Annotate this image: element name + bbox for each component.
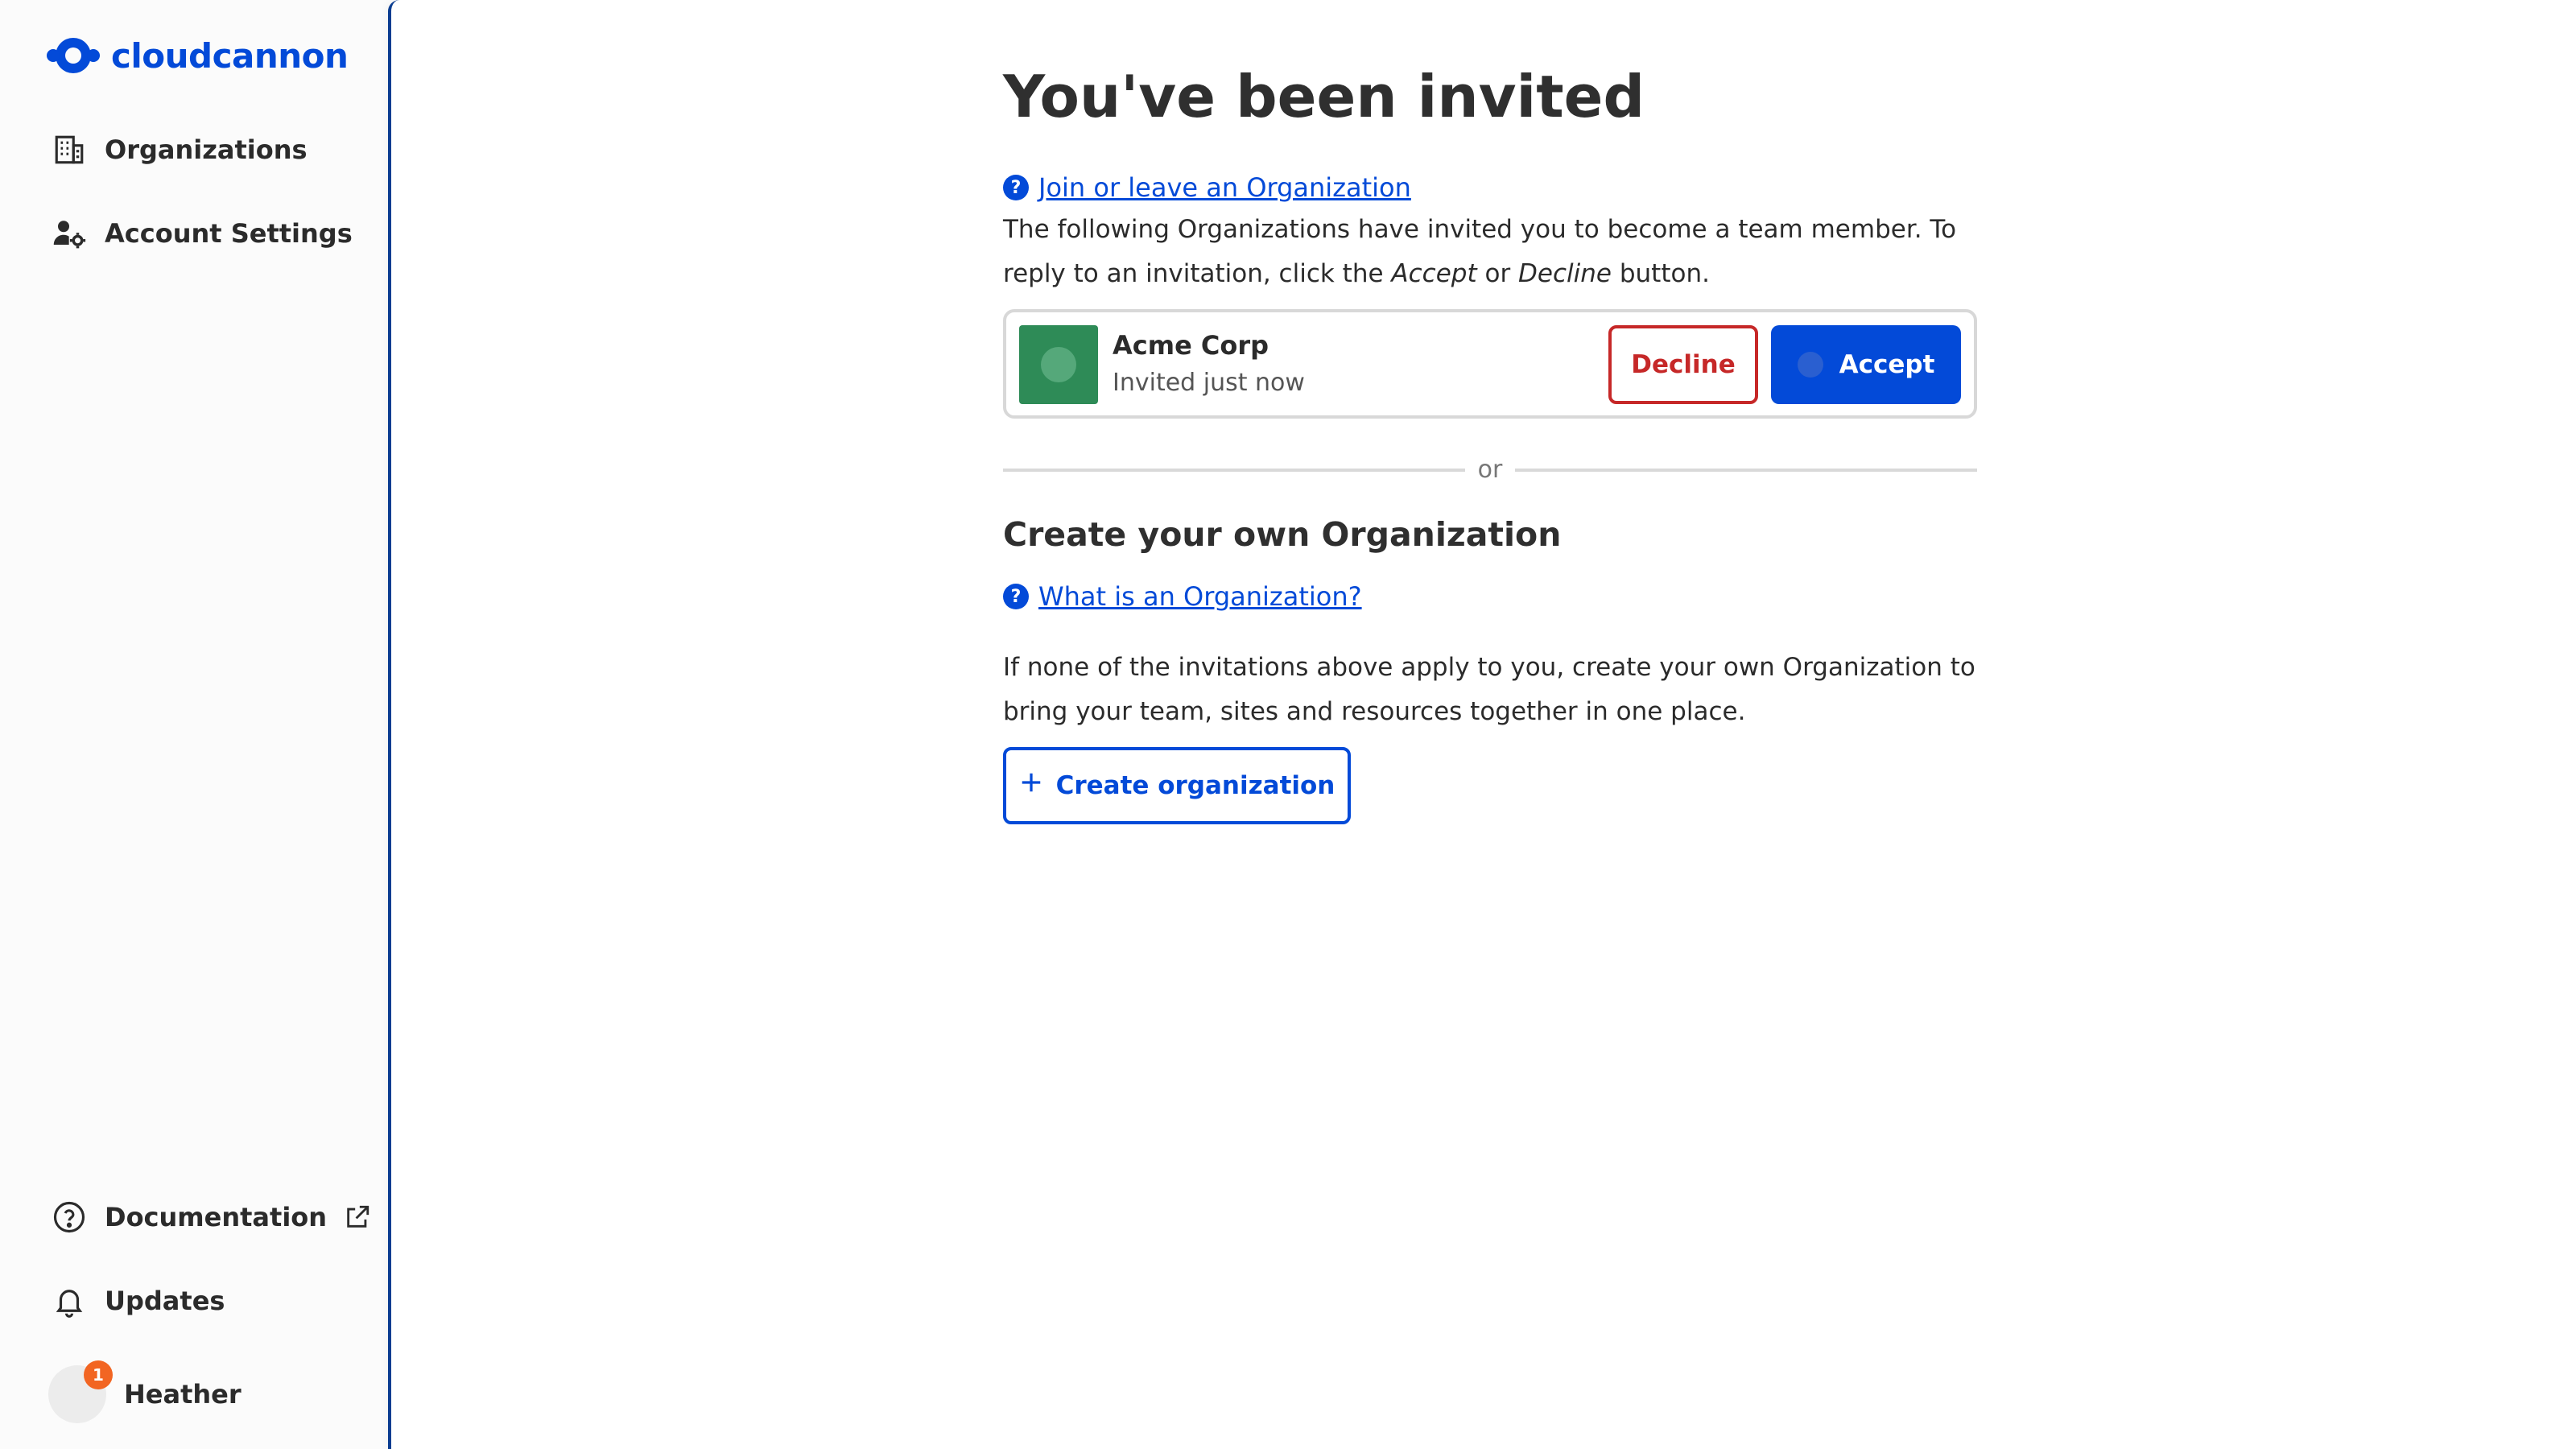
create-section-title: Create your own Organization [1003,515,1562,554]
sidebar-item-organizations[interactable]: Organizations [52,132,308,167]
create-description: If none of the invitations above apply t… [1003,653,1975,726]
question-circle-icon [52,1199,87,1235]
intro-accept-word: Accept [1391,259,1477,288]
loading-spinner-icon [1797,352,1823,378]
divider-line [1003,468,1465,472]
join-leave-help-link[interactable]: ? Join or leave an Organization [1003,172,1411,203]
decline-button[interactable]: Decline [1608,325,1758,404]
org-name: Acme Corp [1113,330,1269,361]
brand-name: cloudcannon [111,35,349,76]
sidebar-item-account-settings[interactable]: Account Settings [52,216,353,251]
accept-button[interactable]: Accept [1771,325,1961,404]
what-is-org-help-link[interactable]: ? What is an Organization? [1003,581,1362,612]
page-title: You've been invited [1003,63,1645,130]
invite-time: Invited just now [1113,369,1305,397]
create-organization-button[interactable]: Create organization [1003,747,1351,824]
cloudcannon-logo-icon [47,38,100,73]
notification-badge: 1 [84,1360,113,1389]
invitation-intro: The following Organizations have invited… [1003,208,1977,296]
sidebar: cloudcannon Organizations Account Settin… [0,0,388,1449]
plus-icon [1019,770,1043,801]
app-root: cloudcannon Organizations Account Settin… [0,0,2576,1449]
user-menu[interactable]: 1 Heather [48,1360,242,1423]
accept-button-label: Accept [1839,350,1935,379]
help-icon: ? [1003,584,1029,609]
help-icon: ? [1003,175,1029,200]
org-avatar-placeholder-icon [1041,347,1076,382]
divider-line [1515,468,1978,472]
org-avatar [1019,325,1098,404]
user-gear-icon [52,216,87,251]
sidebar-item-label: Updates [105,1286,225,1316]
decline-button-label: Decline [1631,350,1736,379]
external-link-icon [340,1199,375,1235]
bell-icon [52,1283,87,1319]
sidebar-item-label: Account Settings [105,218,353,249]
sidebar-item-updates[interactable]: Updates [52,1283,225,1319]
create-organization-label: Create organization [1055,771,1335,800]
divider-text: or [1477,456,1503,484]
cloudcannon-logo[interactable]: cloudcannon [45,35,349,76]
or-divider: or [1003,456,1978,484]
intro-or-word: or [1476,259,1519,288]
main-panel: You've been invited ? Join or leave an O… [388,0,2576,1449]
sidebar-item-label: Organizations [105,134,308,165]
building-icon [52,132,87,167]
intro-text-end: button. [1611,259,1710,288]
what-is-org-link-text[interactable]: What is an Organization? [1038,581,1362,612]
avatar: 1 [48,1360,113,1423]
join-leave-link-text[interactable]: Join or leave an Organization [1038,172,1411,203]
intro-decline-word: Decline [1518,259,1612,288]
user-name: Heather [124,1379,242,1410]
invitation-card: Acme Corp Invited just now Decline Accep… [1003,309,1977,419]
sidebar-item-documentation[interactable]: Documentation [52,1199,375,1235]
sidebar-item-label: Documentation [105,1202,328,1232]
